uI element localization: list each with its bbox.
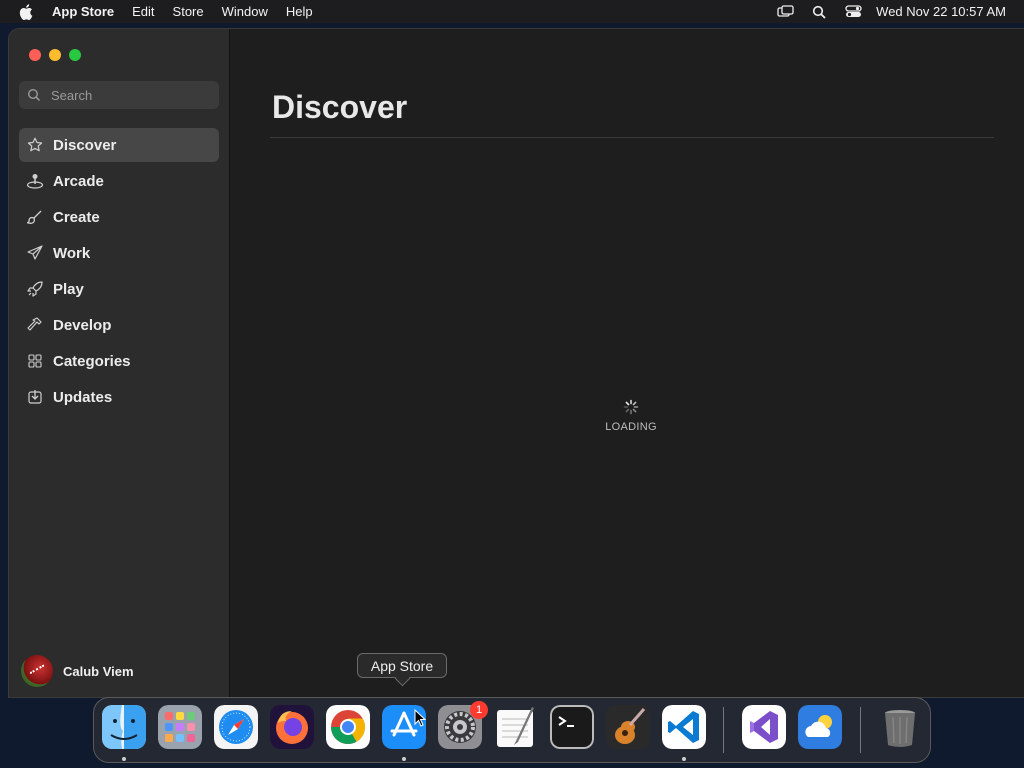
spotlight-search-icon[interactable] (810, 5, 828, 19)
sidebar-item-develop[interactable]: Develop (19, 308, 219, 342)
grid-icon (26, 352, 44, 370)
app-store-running-dot (402, 757, 406, 761)
hammer-icon (26, 316, 44, 334)
main-content: Discover LOADING (230, 29, 1024, 697)
page-title: Discover (272, 89, 408, 125)
terminal-icon[interactable] (550, 705, 594, 749)
garageband-icon[interactable] (606, 705, 650, 749)
sidebar-item-updates[interactable]: Updates (19, 380, 219, 414)
weather-icon[interactable] (798, 705, 842, 749)
sidebar-item-label: Play (53, 280, 84, 298)
finder-running-dot (122, 757, 126, 761)
menubar-clock[interactable]: Wed Nov 22 10:57 AM (876, 4, 1006, 19)
sidebar-item-arcade[interactable]: Arcade (19, 164, 219, 198)
title-divider (270, 137, 994, 138)
account-button[interactable]: Calub Viem (21, 655, 134, 687)
dock-separator (723, 707, 724, 753)
user-name: Calub Viem (63, 663, 134, 679)
sidebar-item-label: Arcade (53, 172, 104, 190)
finder-icon[interactable] (102, 705, 146, 749)
menu-edit[interactable]: Edit (132, 4, 154, 19)
chrome-icon[interactable] (326, 705, 370, 749)
sidebar-item-label: Discover (53, 136, 117, 154)
avatar (21, 655, 53, 687)
sidebar-item-label: Updates (53, 388, 113, 406)
menu-bar: App Store Edit Store Window Help Wed Nov… (0, 0, 1024, 23)
sidebar-item-work[interactable]: Work (19, 236, 219, 270)
vscode-running-dot (682, 757, 686, 761)
minimize-button[interactable] (49, 49, 61, 61)
mouse-cursor-icon (414, 709, 426, 727)
spinner-icon (623, 399, 639, 415)
apple-menu-icon[interactable] (18, 3, 34, 20)
safari-icon[interactable] (214, 705, 258, 749)
sidebar-item-create[interactable]: Create (19, 200, 219, 234)
menu-window[interactable]: Window (222, 4, 268, 19)
close-button[interactable] (29, 49, 41, 61)
sidebar-item-label: Categories (53, 352, 131, 370)
launchpad-icon[interactable] (158, 705, 202, 749)
sidebar-item-label: Develop (53, 316, 112, 334)
sidebar-item-label: Work (53, 244, 91, 262)
sidebar-item-play[interactable]: Play (19, 272, 219, 306)
download-icon (26, 388, 44, 406)
loading-text: LOADING (605, 421, 657, 433)
paper-plane-icon (26, 244, 44, 262)
sidebar-item-label: Create (53, 208, 100, 226)
firefox-icon[interactable] (270, 705, 314, 749)
notification-badge: 1 (470, 701, 488, 719)
vscode-icon[interactable] (662, 705, 706, 749)
brush-icon (26, 208, 44, 226)
screen-mirroring-icon[interactable] (776, 5, 794, 19)
control-center-icon[interactable] (844, 5, 862, 19)
dock-tooltip: App Store (357, 653, 447, 678)
menu-help[interactable]: Help (286, 4, 313, 19)
window-controls (29, 49, 89, 61)
search-icon (27, 88, 41, 102)
sidebar: Discover Arcade Create Work (9, 29, 230, 697)
dock-separator (860, 707, 861, 753)
sidebar-nav: Discover Arcade Create Work Play Develop… (19, 128, 219, 416)
textedit-icon[interactable] (494, 705, 538, 749)
search-input[interactable] (49, 86, 213, 104)
app-menu[interactable]: App Store (52, 4, 114, 19)
maximize-button[interactable] (69, 49, 81, 61)
search-field[interactable] (19, 81, 219, 109)
star-icon (26, 136, 44, 154)
menu-store[interactable]: Store (173, 4, 204, 19)
rocket-icon (26, 280, 44, 298)
trash-icon[interactable] (878, 705, 922, 749)
loading-indicator: LOADING (605, 399, 657, 433)
sidebar-item-discover[interactable]: Discover (19, 128, 219, 162)
app-store-window: Discover Arcade Create Work (9, 29, 1024, 697)
sidebar-item-categories[interactable]: Categories (19, 344, 219, 378)
visual-studio-icon[interactable] (742, 705, 786, 749)
joystick-icon (26, 172, 44, 190)
dock: 1 (93, 697, 931, 763)
